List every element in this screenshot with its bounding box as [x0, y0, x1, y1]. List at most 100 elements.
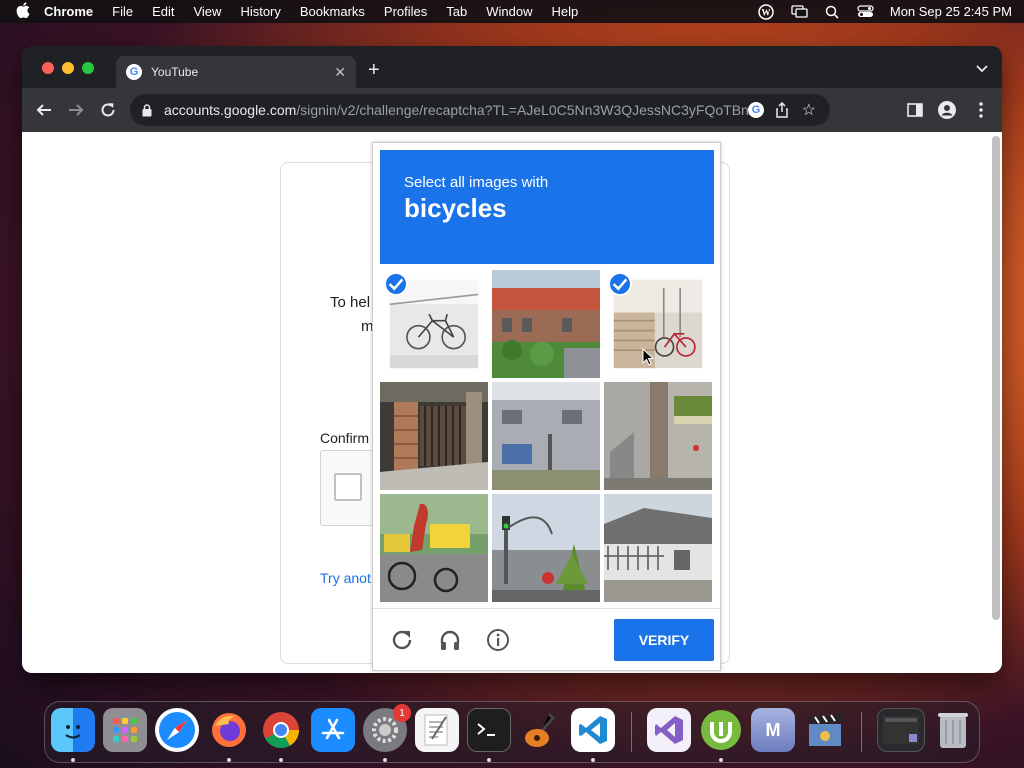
menu-window[interactable]: Window [486, 4, 532, 19]
m-app-letter: M [765, 719, 781, 740]
launchpad-icon[interactable] [103, 708, 147, 752]
utorrent-icon[interactable] [699, 708, 743, 752]
challenge-target: bicycles [404, 193, 507, 223]
menu-app-name[interactable]: Chrome [44, 4, 93, 19]
tree-and-shop-image [604, 382, 712, 490]
new-tab-button[interactable]: + [368, 60, 380, 80]
page-scrollbar[interactable] [992, 136, 1000, 620]
mouse-pointer-icon [642, 347, 655, 371]
page-content: To hel m Confirm Try anot Select all ima… [22, 132, 1002, 673]
tab-search-chevron-icon[interactable] [976, 62, 988, 76]
apple-menu-icon[interactable] [12, 1, 34, 22]
dock-separator [631, 712, 632, 752]
traffic-light-street-image [492, 494, 600, 602]
menu-edit[interactable]: Edit [152, 4, 174, 19]
m-app-icon[interactable]: M [751, 708, 795, 752]
spotlight-search-icon[interactable] [824, 5, 841, 19]
image-tile[interactable] [492, 270, 600, 378]
screen-mirroring-icon[interactable] [791, 5, 808, 19]
verify-button[interactable]: VERIFY [614, 619, 714, 661]
firefox-icon[interactable] [207, 708, 251, 752]
tab-title: YouTube [151, 65, 199, 79]
google-lens-icon[interactable]: G [748, 102, 764, 118]
clapperboard-app-icon[interactable] [803, 708, 847, 752]
image-tile[interactable] [604, 382, 712, 490]
house-with-fence-image [604, 494, 712, 602]
side-panel-icon[interactable] [906, 101, 924, 119]
terminal-icon[interactable] [467, 708, 511, 752]
info-icon[interactable] [485, 627, 511, 653]
reload-challenge-icon[interactable] [389, 627, 415, 653]
system-settings-icon[interactable]: 1 [363, 704, 411, 752]
menu-help[interactable]: Help [552, 4, 579, 19]
running-indicator [71, 758, 75, 762]
red-roof-building-image [492, 270, 600, 378]
menu-tab[interactable]: Tab [446, 4, 467, 19]
menu-bookmarks[interactable]: Bookmarks [300, 4, 365, 19]
image-tile[interactable] [492, 494, 600, 602]
confirm-label: Confirm [320, 430, 370, 446]
challenge-footer: VERIFY [373, 608, 722, 672]
running-indicator [591, 758, 595, 762]
textedit-icon[interactable] [415, 708, 459, 752]
browser-menu-kebab-icon[interactable] [972, 101, 990, 119]
signin-instruction-line-1: To hel [330, 294, 371, 311]
menu-profiles[interactable]: Profiles [384, 4, 427, 19]
browser-window: G YouTube ✕ + accounts.google.com /signi… [22, 46, 1002, 673]
url-path: /signin/v2/challenge/recaptcha?TL=AJeL0C… [296, 102, 761, 118]
image-tile[interactable] [492, 382, 600, 490]
tab-close-icon[interactable]: ✕ [334, 64, 346, 81]
menubar-clock[interactable]: Mon Sep 25 2:45 PM [890, 4, 1012, 19]
running-indicator [383, 758, 387, 762]
trash-icon[interactable] [931, 708, 975, 752]
screenshot-thumbnail-icon[interactable] [877, 708, 925, 752]
app-store-icon[interactable] [311, 708, 355, 752]
image-tile[interactable] [380, 494, 488, 602]
close-window-button[interactable] [42, 62, 54, 74]
lock-icon[interactable] [142, 103, 154, 117]
bookmark-star-icon[interactable]: ☆ [802, 100, 816, 120]
minimize-window-button[interactable] [62, 62, 74, 74]
zoom-window-button[interactable] [82, 62, 94, 74]
challenge-header: Select all images with bicycles [380, 150, 714, 264]
forward-arrow-icon[interactable] [66, 100, 86, 120]
not-a-robot-checkbox[interactable] [334, 473, 362, 501]
running-indicator [487, 758, 491, 762]
address-bar[interactable]: accounts.google.com /signin/v2/challenge… [130, 94, 830, 126]
reload-icon[interactable] [98, 100, 118, 120]
running-indicator [719, 758, 723, 762]
tab-youtube[interactable]: G YouTube ✕ [116, 56, 356, 88]
recaptcha-challenge: Select all images with bicycles VERIFY [372, 142, 722, 672]
url-host: accounts.google.com [164, 102, 297, 118]
menu-bar: Chrome File Edit View History Bookmarks … [0, 0, 1024, 23]
google-favicon-icon: G [126, 64, 142, 80]
garageband-icon[interactable] [519, 708, 563, 752]
dock-separator [861, 712, 862, 752]
share-icon[interactable] [774, 101, 790, 118]
vscode-icon[interactable] [571, 708, 615, 752]
image-tile[interactable] [604, 494, 712, 602]
finder-icon[interactable] [51, 708, 95, 752]
grey-building-image [492, 382, 600, 490]
image-tile[interactable] [380, 270, 488, 378]
menu-history[interactable]: History [240, 4, 280, 19]
back-arrow-icon[interactable] [34, 100, 54, 120]
visual-studio-icon[interactable] [647, 708, 691, 752]
audio-challenge-headphones-icon[interactable] [437, 627, 463, 653]
tab-strip: G YouTube ✕ + [22, 46, 1002, 88]
running-indicator [227, 758, 231, 762]
chrome-icon[interactable] [259, 708, 303, 752]
profile-avatar-icon[interactable] [938, 101, 956, 119]
control-center-icon[interactable] [857, 5, 874, 19]
try-another-way-link[interactable]: Try anot [320, 570, 371, 586]
safari-icon[interactable] [155, 708, 199, 752]
menu-file[interactable]: File [112, 4, 133, 19]
image-tile[interactable] [380, 382, 488, 490]
selected-check-icon [608, 272, 632, 296]
gate-shadow-image [380, 382, 488, 490]
menu-view[interactable]: View [193, 4, 221, 19]
selected-check-icon [384, 272, 408, 296]
wordpress-icon[interactable]: W [758, 3, 775, 20]
image-tile[interactable] [604, 270, 712, 378]
notification-badge: 1 [393, 704, 411, 722]
